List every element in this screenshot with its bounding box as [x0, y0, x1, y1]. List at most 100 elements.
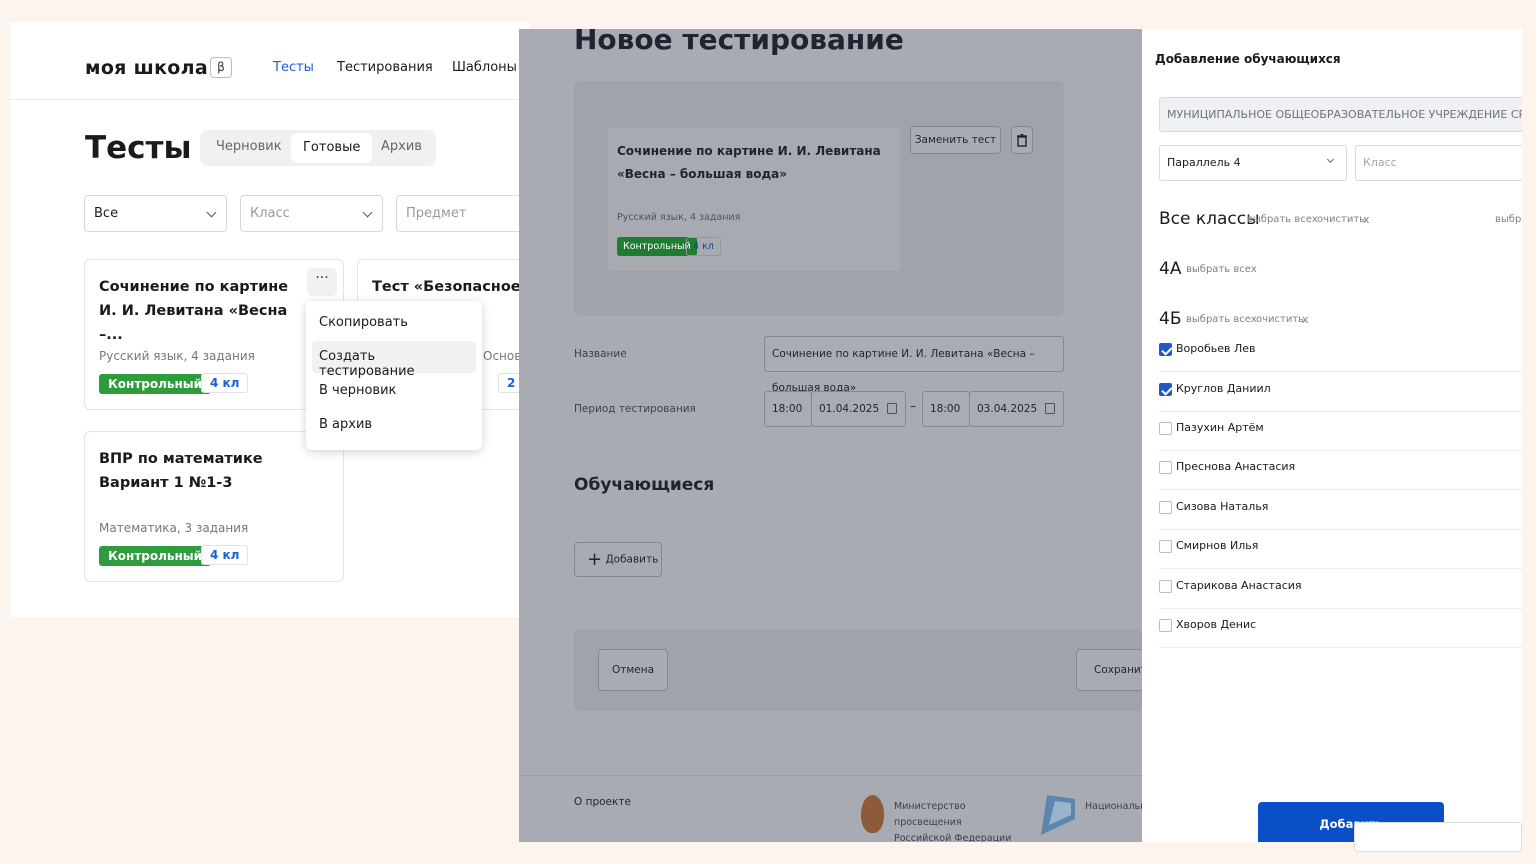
- name-input[interactable]: Сочинение по картине И. И. Левитана «Вес…: [764, 336, 1064, 394]
- student-checkbox[interactable]: [1159, 501, 1172, 514]
- plus-icon: +: [587, 549, 603, 570]
- test-card-title: ВПР по математике Вариант 1 №1-3: [99, 451, 263, 491]
- student-name: Старикова Анастасия: [1176, 579, 1302, 592]
- student-checkbox[interactable]: [1159, 461, 1172, 474]
- beta-badge: β: [210, 57, 232, 78]
- national-project-logo-icon: [1041, 795, 1075, 835]
- student-row[interactable]: Преснова Анастасия: [1159, 450, 1522, 490]
- delete-test-button[interactable]: [1011, 126, 1033, 154]
- trash-icon: [1017, 133, 1027, 147]
- end-date-value: 03.04.2025: [977, 403, 1038, 415]
- student-name: Хворов Денис: [1176, 618, 1257, 631]
- drawer-title: Добавление обучающихся: [1155, 52, 1341, 66]
- student-row[interactable]: Воробьев Лев: [1159, 332, 1522, 372]
- class-filter-select[interactable]: Класс: [240, 195, 383, 232]
- student-row[interactable]: Сизова Наталья: [1159, 490, 1522, 530]
- select-all-link[interactable]: выбра: [1495, 214, 1522, 225]
- student-checkbox[interactable]: [1159, 540, 1172, 553]
- menu-item-to-draft[interactable]: В черновик: [312, 375, 476, 407]
- logo[interactable]: моя школа: [85, 57, 208, 79]
- clear-4b-x-icon[interactable]: x: [1302, 313, 1309, 326]
- form-title: Новое тестирование: [574, 29, 904, 56]
- save-button[interactable]: Сохранить: [1076, 649, 1142, 691]
- chevron-down-icon: [1326, 155, 1335, 164]
- all-classes-heading: Все классы: [1159, 209, 1260, 229]
- start-time-input[interactable]: 18:00: [764, 391, 812, 427]
- menu-item-to-archive[interactable]: В архив: [312, 409, 476, 441]
- test-card-title: Сочинение по картине И. И. Левитана «Вес…: [99, 279, 289, 343]
- grade-badge: 4 кл: [686, 237, 721, 256]
- type-filter-value: Все: [94, 206, 119, 221]
- student-checkbox[interactable]: [1159, 383, 1172, 396]
- start-date-input[interactable]: 01.04.2025: [811, 391, 906, 427]
- about-link[interactable]: О проекте: [574, 796, 631, 808]
- student-row[interactable]: Старикова Анастасия: [1159, 569, 1522, 609]
- student-name: Смирнов Илья: [1176, 539, 1259, 552]
- add-students-drawer: Добавление обучающихся МУНИЦИПАЛЬНОЕ ОБЩ…: [1142, 29, 1522, 842]
- student-row[interactable]: Пазухин Артём: [1159, 411, 1522, 451]
- grade-badge: 4 кл: [201, 373, 249, 393]
- parallel-select[interactable]: Параллель 4: [1159, 145, 1347, 181]
- tab-ready[interactable]: Готовые: [291, 133, 373, 163]
- date-range-dash: –: [910, 399, 916, 413]
- student-row[interactable]: Хворов Денис: [1159, 608, 1522, 648]
- student-checkbox[interactable]: [1159, 619, 1172, 632]
- footer-divider: [519, 775, 1142, 776]
- subject-filter-placeholder: Предмет: [406, 206, 467, 221]
- class-filter-placeholder: Класс: [250, 206, 290, 221]
- page-title: Тесты: [85, 130, 192, 166]
- end-date-input[interactable]: 03.04.2025: [969, 391, 1064, 427]
- new-testing-form: Новое тестирование Сочинение по картине …: [519, 29, 1142, 842]
- calendar-icon: [887, 403, 897, 414]
- school-select[interactable]: МУНИЦИПАЛЬНОЕ ОБЩЕОБРАЗОВАТЕЛЬНОЕ УЧРЕЖД…: [1159, 97, 1522, 132]
- tab-archive[interactable]: Архив: [381, 139, 422, 154]
- class-4a-heading: 4А: [1159, 259, 1182, 279]
- replace-test-button[interactable]: Заменить тест: [910, 126, 1001, 154]
- end-time-input[interactable]: 18:00: [922, 391, 970, 427]
- student-name: Преснова Анастасия: [1176, 460, 1296, 473]
- student-checkbox[interactable]: [1159, 343, 1172, 356]
- parallel-value: Параллель 4: [1167, 156, 1241, 169]
- calendar-icon: [1045, 403, 1055, 414]
- grade-badge: 4 кл: [201, 545, 249, 565]
- class-4b-heading: 4Б: [1159, 309, 1182, 329]
- student-row[interactable]: Круглов Даниил: [1159, 372, 1522, 412]
- class-select[interactable]: Класс: [1355, 145, 1522, 181]
- add-students-button[interactable]: + Добавить: [574, 542, 662, 577]
- students-heading: Обучающиеся: [574, 475, 715, 495]
- nav-testings[interactable]: Тестирования: [337, 60, 433, 75]
- national-project-link[interactable]: Национальный «Образование»: [1085, 799, 1142, 815]
- select-all-link[interactable]: выбрать всех: [1247, 214, 1318, 225]
- tests-page: моя школа β Тесты Тестирования Шаблоны Т…: [10, 22, 530, 617]
- nav-templates[interactable]: Шаблоны: [452, 60, 517, 75]
- test-type-badge: Контрольный: [99, 374, 212, 394]
- clear-link[interactable]: очистить: [1317, 214, 1365, 225]
- select-all-4b-link[interactable]: выбрать всех: [1186, 314, 1257, 325]
- clear-x-icon[interactable]: x: [1363, 213, 1370, 226]
- student-checkbox[interactable]: [1159, 422, 1172, 435]
- cancel-button[interactable]: Отмена: [598, 649, 668, 691]
- selected-test-card: Сочинение по картине И. И. Левитана «Вес…: [608, 128, 900, 271]
- emblem-icon: [861, 795, 884, 833]
- student-name: Круглов Даниил: [1176, 382, 1271, 395]
- chevron-down-icon: [206, 207, 217, 218]
- student-row[interactable]: Смирнов Илья: [1159, 529, 1522, 569]
- clear-4b-link[interactable]: очистить: [1256, 314, 1304, 325]
- nav-tests[interactable]: Тесты: [273, 60, 314, 75]
- menu-item-copy[interactable]: Скопировать: [312, 307, 476, 339]
- student-checkbox[interactable]: [1159, 580, 1172, 593]
- type-filter-select[interactable]: Все: [84, 195, 227, 232]
- more-options-icon[interactable]: ···: [307, 268, 337, 296]
- subject-filter-select[interactable]: Предмет: [396, 195, 530, 232]
- test-card[interactable]: Сочинение по картине И. И. Левитана «Вес…: [84, 259, 344, 410]
- select-all-4a-link[interactable]: выбрать всех: [1186, 264, 1257, 275]
- student-name: Воробьев Лев: [1176, 342, 1256, 355]
- ministry-link[interactable]: Министерство просвещения Российской Феде…: [894, 799, 1019, 842]
- test-card-meta: Основ: [483, 349, 522, 363]
- test-card[interactable]: ВПР по математике Вариант 1 №1-3 Математ…: [84, 431, 344, 582]
- period-label: Период тестирования: [574, 403, 696, 415]
- menu-item-create-testing[interactable]: Создать тестирование: [312, 341, 476, 379]
- tab-draft[interactable]: Черновик: [216, 139, 282, 154]
- start-date-value: 01.04.2025: [819, 403, 880, 415]
- status-segmented-control: Черновик Готовые Архив: [200, 130, 436, 166]
